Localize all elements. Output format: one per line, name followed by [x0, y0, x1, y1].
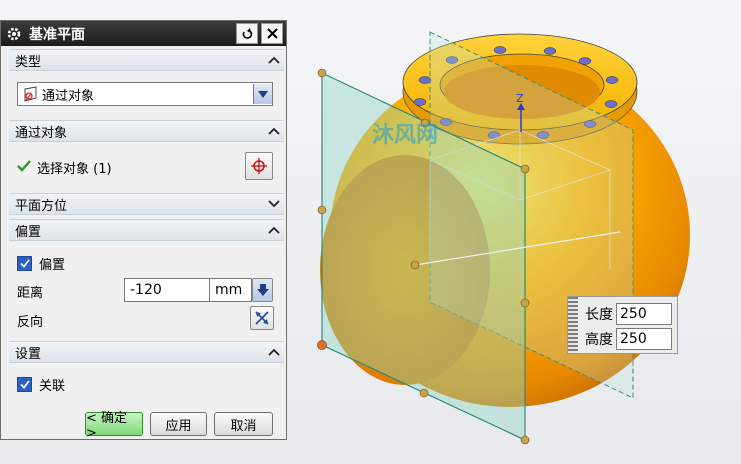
reverse-label: 反向 — [17, 315, 44, 330]
chevron-up-icon[interactable] — [264, 56, 284, 64]
reset-button[interactable] — [236, 23, 258, 44]
dimension-popup: 长度 250 高度 250 — [567, 296, 678, 354]
length-input[interactable]: 250 — [616, 303, 672, 325]
reverse-direction-button[interactable] — [250, 306, 274, 330]
type-select[interactable]: 通过对象 — [17, 82, 273, 106]
section-plane-orientation[interactable]: 平面方位 — [9, 193, 284, 215]
distance-unit[interactable]: mm — [210, 278, 252, 302]
type-select-value: 通过对象 — [42, 88, 95, 104]
select-object-label: 选择对象 (1) — [37, 162, 112, 177]
crosshair-icon — [251, 158, 267, 174]
distance-value: -120 — [130, 282, 162, 298]
section-through-object[interactable]: 通过对象 — [9, 120, 284, 142]
plane-object-icon — [22, 85, 40, 103]
section-offset-label: 偏置 — [15, 224, 42, 240]
ok-button[interactable]: < 确定 > — [85, 411, 143, 441]
chevron-up-icon[interactable] — [264, 127, 284, 135]
gear-icon[interactable] — [3, 23, 25, 45]
chevron-up-icon[interactable] — [264, 348, 284, 356]
select-object-button[interactable] — [245, 152, 273, 180]
select-object-row[interactable]: 选择对象 (1) — [17, 158, 112, 177]
reverse-direction-icon — [255, 311, 269, 325]
chevron-down-icon[interactable] — [253, 84, 272, 104]
arrow-down-icon — [256, 284, 269, 296]
reverse-row: 反向 — [17, 311, 43, 330]
checkmark-icon — [17, 159, 31, 176]
section-offset[interactable]: 偏置 — [9, 219, 284, 241]
associative-label: 关联 — [39, 379, 66, 394]
offset-checkbox-label: 偏置 — [39, 258, 66, 273]
distance-menu-button[interactable] — [252, 278, 273, 302]
section-through-object-label: 通过对象 — [15, 125, 68, 141]
watermark: 沐风网 — [372, 123, 438, 148]
section-plane-orientation-label: 平面方位 — [15, 198, 68, 214]
height-input[interactable]: 250 — [616, 328, 672, 350]
height-row: 高度 250 — [585, 328, 672, 350]
associative-checkbox-row[interactable]: 关联 — [17, 375, 65, 394]
distance-label: 距离 — [17, 286, 44, 301]
distance-unit-label: mm — [215, 282, 243, 298]
distance-input[interactable]: -120 — [124, 278, 210, 302]
drag-handle[interactable] — [568, 297, 578, 353]
height-value: 250 — [620, 331, 647, 347]
distance-row: 距离 — [17, 282, 43, 301]
length-label: 长度 — [585, 307, 613, 323]
chevron-up-icon[interactable] — [264, 226, 284, 234]
section-type[interactable]: 类型 — [9, 49, 284, 71]
origin-handle[interactable] — [317, 340, 327, 350]
chevron-down-icon[interactable] — [264, 200, 284, 208]
section-type-label: 类型 — [15, 54, 42, 70]
associative-checkbox[interactable] — [17, 377, 32, 392]
length-row: 长度 250 — [585, 303, 672, 325]
dialog-titlebar: 基准平面 — [1, 21, 286, 46]
section-settings[interactable]: 设置 — [9, 341, 284, 363]
svg-text:Z: Z — [516, 92, 524, 105]
offset-checkbox[interactable] — [17, 256, 32, 271]
length-value: 250 — [620, 306, 647, 322]
close-button[interactable] — [261, 23, 283, 44]
section-settings-label: 设置 — [15, 346, 42, 362]
cancel-button[interactable]: 取消 — [214, 412, 273, 436]
dialog-title: 基准平面 — [29, 26, 85, 43]
height-label: 高度 — [585, 332, 613, 348]
apply-button[interactable]: 应用 — [150, 412, 207, 436]
offset-checkbox-row[interactable]: 偏置 — [17, 254, 65, 273]
